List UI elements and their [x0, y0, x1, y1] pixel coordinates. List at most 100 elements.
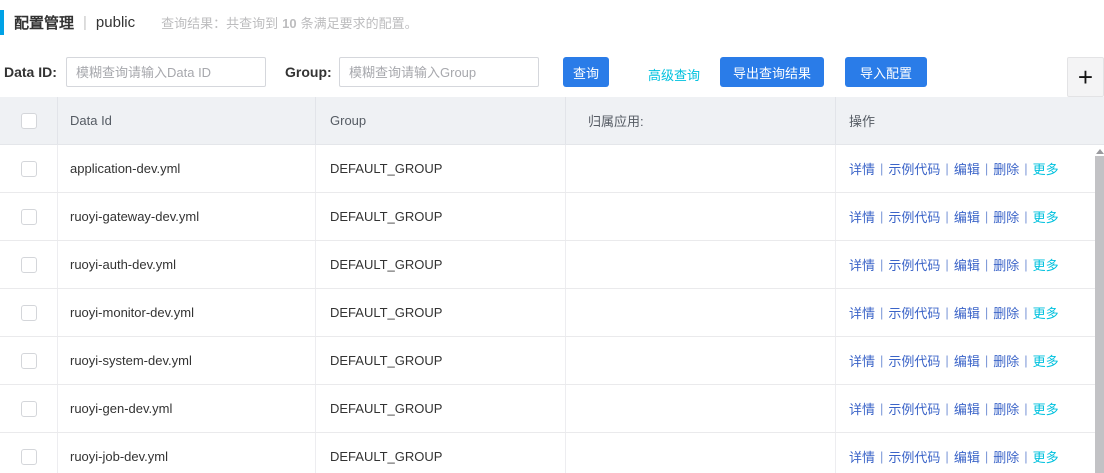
sample-code-link[interactable]: 示例代码 — [888, 255, 940, 274]
group-value: DEFAULT_GROUP — [315, 289, 565, 336]
detail-link[interactable]: 详情 — [849, 447, 875, 466]
action-separator: | — [1024, 257, 1028, 272]
scrollbar-thumb[interactable] — [1095, 156, 1104, 473]
sample-code-link[interactable]: 示例代码 — [888, 447, 940, 466]
action-separator: | — [945, 353, 949, 368]
action-separator: | — [945, 401, 949, 416]
column-header-data-id: Data Id — [57, 97, 315, 144]
row-actions: 详情 | 示例代码 | 编辑 | 删除 | 更多 — [835, 433, 1104, 473]
data-id-value: application-dev.yml — [57, 145, 315, 192]
edit-link[interactable]: 编辑 — [954, 399, 980, 418]
more-link[interactable]: 更多 — [1033, 351, 1059, 370]
more-link[interactable]: 更多 — [1033, 447, 1059, 466]
summary-prefix: 查询结果：共查询到 — [161, 16, 279, 31]
table-row: ruoyi-auth-dev.yml DEFAULT_GROUP 详情 | 示例代码… — [0, 241, 1104, 289]
data-id-value: ruoyi-monitor-dev.yml — [57, 289, 315, 336]
scroll-up-arrow[interactable] — [1095, 146, 1104, 156]
delete-link[interactable]: 删除 — [993, 447, 1019, 466]
detail-link[interactable]: 详情 — [849, 207, 875, 226]
action-separator: | — [1024, 401, 1028, 416]
data-id-label: Data ID: — [4, 64, 57, 80]
table-row: ruoyi-gateway-dev.yml DEFAULT_GROUP 详情 | 示… — [0, 193, 1104, 241]
row-actions: 详情 | 示例代码 | 编辑 | 删除 | 更多 — [835, 337, 1104, 384]
group-label: Group: — [285, 64, 332, 80]
row-checkbox-cell — [0, 145, 57, 192]
app-value — [565, 289, 835, 336]
row-checkbox-cell — [0, 289, 57, 336]
export-results-button[interactable]: 导出查询结果 — [720, 57, 824, 87]
table-body: application-dev.yml DEFAULT_GROUP 详情 | 示例代… — [0, 145, 1104, 473]
data-id-value: ruoyi-system-dev.yml — [57, 337, 315, 384]
sample-code-link[interactable]: 示例代码 — [888, 399, 940, 418]
edit-link[interactable]: 编辑 — [954, 303, 980, 322]
more-link[interactable]: 更多 — [1033, 399, 1059, 418]
table-header-row: Data Id Group 归属应用: 操作 — [0, 97, 1104, 145]
delete-link[interactable]: 删除 — [993, 399, 1019, 418]
action-separator: | — [984, 449, 989, 464]
row-checkbox[interactable] — [20, 304, 37, 321]
delete-link[interactable]: 删除 — [993, 351, 1019, 370]
action-separator: | — [984, 257, 989, 272]
table-scrollbar — [1095, 146, 1104, 473]
add-config-button[interactable]: + — [1067, 57, 1104, 97]
group-value: DEFAULT_GROUP — [315, 385, 565, 432]
data-id-value: ruoyi-job-dev.yml — [57, 433, 315, 473]
action-separator: | — [1024, 209, 1028, 224]
row-checkbox[interactable] — [20, 160, 37, 177]
group-input[interactable] — [339, 57, 539, 87]
action-separator: | — [880, 401, 884, 416]
edit-link[interactable]: 编辑 — [954, 255, 980, 274]
delete-link[interactable]: 删除 — [993, 255, 1019, 274]
more-link[interactable]: 更多 — [1033, 255, 1059, 274]
column-header-group: Group — [315, 97, 565, 144]
row-checkbox[interactable] — [20, 448, 37, 465]
result-count: 10 — [282, 16, 297, 31]
config-management-page: 配置管理 | public 查询结果：共查询到 10 条满足要求的配置。 Data … — [0, 0, 1104, 473]
query-result-summary: 查询结果：共查询到 10 条满足要求的配置。 — [161, 13, 418, 32]
action-separator: | — [945, 305, 949, 320]
data-id-input[interactable] — [66, 57, 266, 87]
detail-link[interactable]: 详情 — [849, 159, 875, 178]
row-checkbox-cell — [0, 241, 57, 288]
action-separator: | — [1024, 449, 1028, 464]
edit-link[interactable]: 编辑 — [954, 447, 980, 466]
delete-link[interactable]: 删除 — [993, 303, 1019, 322]
action-separator: | — [945, 257, 949, 272]
detail-link[interactable]: 详情 — [849, 351, 875, 370]
action-separator: | — [945, 161, 949, 176]
advanced-query-link[interactable]: 高级查询 — [648, 65, 700, 84]
more-link[interactable]: 更多 — [1033, 207, 1059, 226]
action-separator: | — [1024, 161, 1028, 176]
detail-link[interactable]: 详情 — [849, 255, 875, 274]
query-button[interactable]: 查询 — [563, 57, 609, 87]
sample-code-link[interactable]: 示例代码 — [888, 159, 940, 178]
row-checkbox[interactable] — [20, 352, 37, 369]
more-link[interactable]: 更多 — [1033, 303, 1059, 322]
edit-link[interactable]: 编辑 — [954, 159, 980, 178]
edit-link[interactable]: 编辑 — [954, 351, 980, 370]
app-value — [565, 241, 835, 288]
sample-code-link[interactable]: 示例代码 — [888, 207, 940, 226]
row-checkbox[interactable] — [20, 400, 37, 417]
select-all-checkbox[interactable] — [20, 112, 37, 129]
row-checkbox[interactable] — [20, 208, 37, 225]
row-checkbox[interactable] — [20, 256, 37, 273]
search-toolbar: Data ID: Group: 查询 高级查询 导出查询结果 导入配置 + — [0, 57, 1104, 97]
namespace-label[interactable]: public — [96, 14, 135, 31]
action-separator: | — [984, 209, 989, 224]
sample-code-link[interactable]: 示例代码 — [888, 351, 940, 370]
column-header-actions: 操作 — [835, 97, 1104, 144]
row-actions: 详情 | 示例代码 | 编辑 | 删除 | 更多 — [835, 145, 1104, 192]
sample-code-link[interactable]: 示例代码 — [888, 303, 940, 322]
detail-link[interactable]: 详情 — [849, 399, 875, 418]
row-actions: 详情 | 示例代码 | 编辑 | 删除 | 更多 — [835, 385, 1104, 432]
group-value: DEFAULT_GROUP — [315, 241, 565, 288]
group-value: DEFAULT_GROUP — [315, 145, 565, 192]
scroll-up-arrow-icon — [1095, 148, 1104, 154]
delete-link[interactable]: 删除 — [993, 207, 1019, 226]
import-config-button[interactable]: 导入配置 — [845, 57, 927, 87]
edit-link[interactable]: 编辑 — [954, 207, 980, 226]
detail-link[interactable]: 详情 — [849, 303, 875, 322]
delete-link[interactable]: 删除 — [993, 159, 1019, 178]
more-link[interactable]: 更多 — [1033, 159, 1059, 178]
